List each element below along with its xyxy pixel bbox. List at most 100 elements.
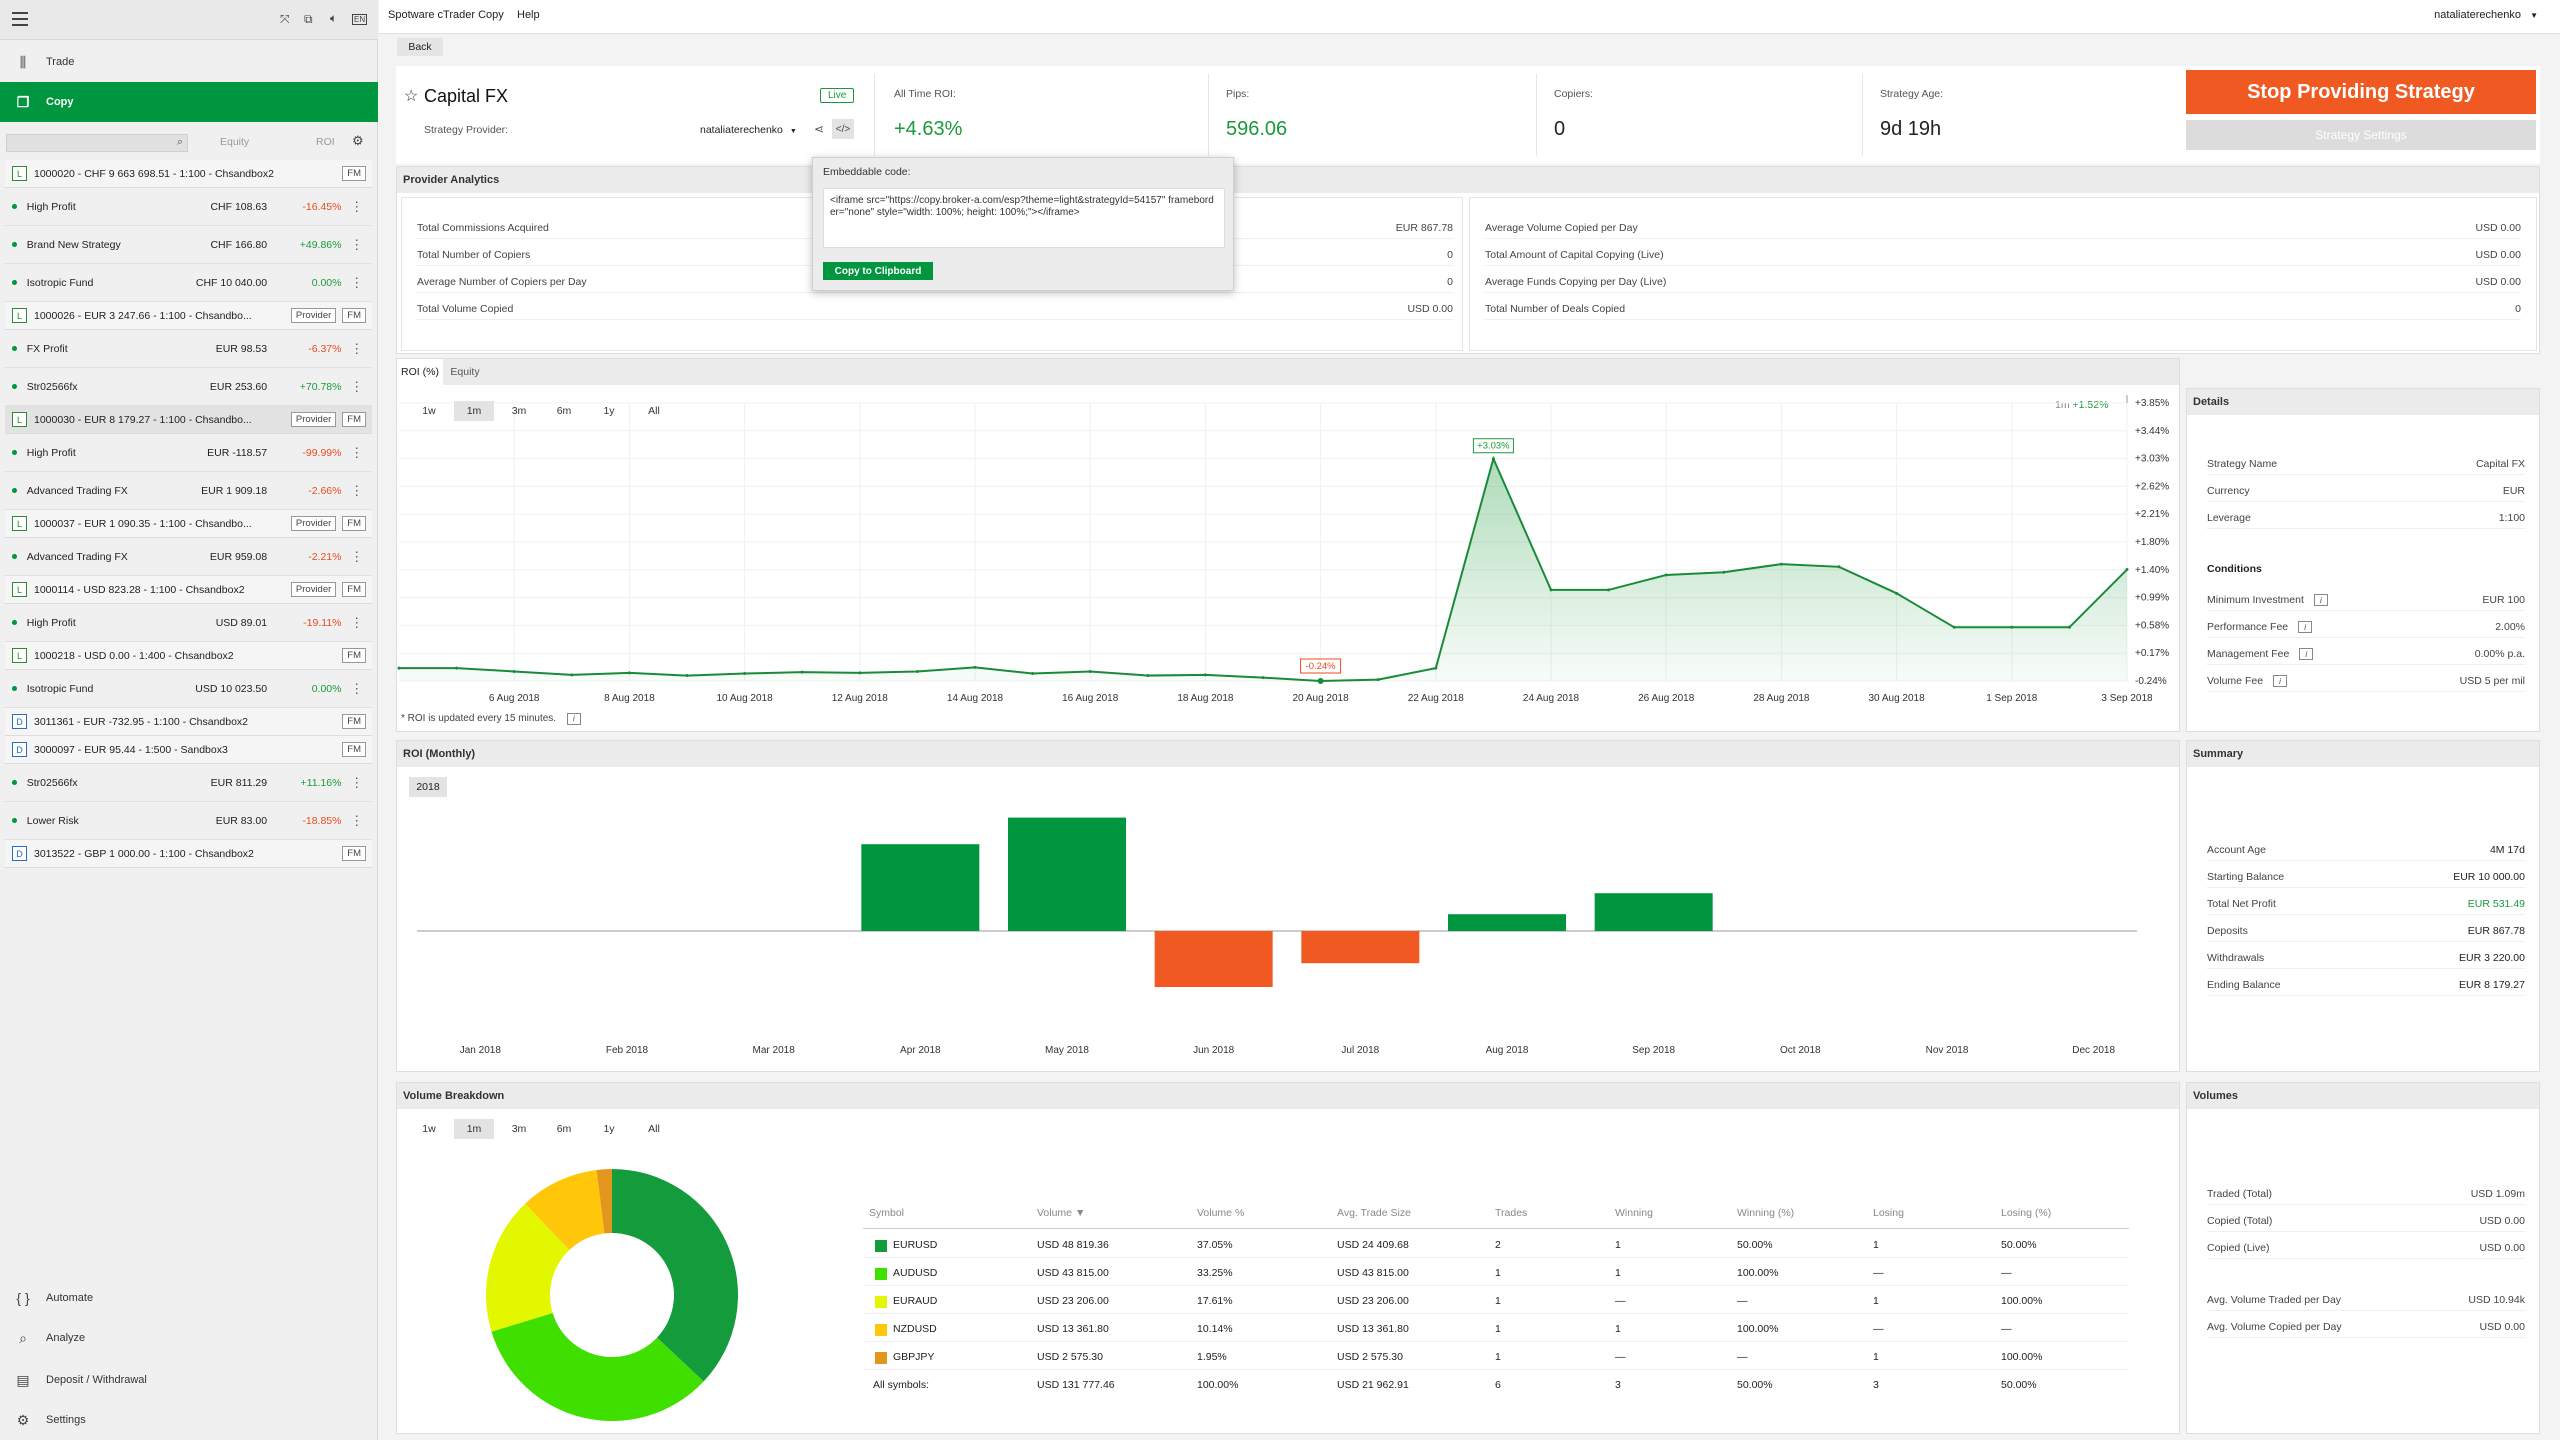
account-row[interactable]: L 1000026 - EUR 3 247.66 - 1:100 - Chsand… [5,302,372,330]
nav-trade[interactable]: ⫼ Trade [0,42,378,82]
fullscreen-icon[interactable]: ⤧ [280,12,290,27]
column-roi[interactable]: ROI [316,136,335,148]
range-1m[interactable]: 1m [454,1119,494,1139]
account-tag-provider[interactable]: Provider [290,582,337,597]
account-row[interactable]: L 1000020 - CHF 9 663 698.51 - 1:100 - Ch… [5,160,372,188]
kebab-menu-icon[interactable]: ⋮ [341,483,372,499]
info-icon[interactable]: i [2298,620,2313,633]
account-tag-provider[interactable]: Provider [290,412,337,427]
range-6m[interactable]: 6m [544,1119,584,1139]
kebab-menu-icon[interactable]: ⋮ [341,681,372,697]
account-tag-fm[interactable]: FM [342,516,366,531]
sound-icon[interactable]: 🔈︎ [330,11,337,26]
tab-roi[interactable]: ROI (%) [397,359,443,385]
kebab-menu-icon[interactable]: ⋮ [341,237,372,253]
favorite-star-icon[interactable]: ☆ [404,86,418,106]
help-menu[interactable]: Help [517,9,540,21]
table-header[interactable]: Volume ▼ [1037,1207,1085,1219]
embed-code-textarea[interactable]: <iframe src="https://copy.broker-a.com/e… [823,188,1225,248]
strategy-row[interactable]: Str02566fx EUR 253.60 +70.78% ⋮ [5,368,372,406]
monthly-bar[interactable] [861,844,980,931]
account-search[interactable]: ⌕ [6,134,188,152]
app-title-menu[interactable]: Spotware cTrader Copy [388,9,504,21]
table-header[interactable]: Losing [1873,1207,1904,1219]
volume-donut-chart[interactable] [477,1165,747,1425]
range-1w[interactable]: 1w [409,401,449,421]
kebab-menu-icon[interactable]: ⋮ [341,775,372,791]
nav-deposit-withdrawal[interactable]: ▤ Deposit / Withdrawal [0,1360,378,1400]
stop-providing-strategy-button[interactable]: Stop Providing Strategy [2186,70,2536,114]
account-tag-fm[interactable]: FM [342,714,366,729]
tab-equity[interactable]: Equity [445,359,485,385]
strategy-row[interactable]: Isotropic Fund CHF 10 040.00 0.00% ⋮ [5,264,372,302]
account-row[interactable]: D 3000097 - EUR 95.44 - 1:500 - Sandbox3 F… [5,736,372,764]
range-1y[interactable]: 1y [589,401,629,421]
account-row[interactable]: L 1000114 - USD 823.28 - 1:100 - Chsandbo… [5,576,372,604]
range-all[interactable]: All [634,1119,674,1139]
range-1y[interactable]: 1y [589,1119,629,1139]
range-1m[interactable]: 1m [454,401,494,421]
kebab-menu-icon[interactable]: ⋮ [341,549,372,565]
account-tag-fm[interactable]: FM [342,582,366,597]
account-row[interactable]: L 1000030 - EUR 8 179.27 - 1:100 - Chsand… [5,406,372,434]
monthly-bar[interactable] [1301,931,1420,964]
info-icon[interactable]: i [2313,593,2328,606]
share-icon[interactable]: ⋖ [814,122,824,136]
table-header[interactable]: Losing (%) [2001,1207,2051,1219]
account-tag-fm[interactable]: FM [342,742,366,757]
strategy-row[interactable]: High Profit EUR -118.57 -99.99% ⋮ [5,434,372,472]
info-icon[interactable]: i [2273,674,2288,687]
nav-copy[interactable]: ❐ Copy [0,82,378,122]
language-icon[interactable]: EN [352,14,368,25]
account-row[interactable]: L 1000218 - USD 0.00 - 1:400 - Chsandbox2… [5,642,372,670]
account-tag-provider[interactable]: Provider [290,516,337,531]
account-tag-provider[interactable]: Provider [290,308,337,323]
kebab-menu-icon[interactable]: ⋮ [341,275,372,291]
strategy-row[interactable]: Isotropic Fund USD 10 023.50 0.00% ⋮ [5,670,372,708]
strategy-row[interactable]: Lower Risk EUR 83.00 -18.85% ⋮ [5,802,372,840]
strategy-row[interactable]: High Profit CHF 108.63 -16.45% ⋮ [5,188,372,226]
strategy-row[interactable]: Advanced Trading FX EUR 959.08 -2.21% ⋮ [5,538,372,576]
nav-automate[interactable]: { } Automate [0,1278,378,1318]
table-header[interactable]: Avg. Trade Size [1337,1207,1411,1219]
strategy-row[interactable]: Advanced Trading FX EUR 1 909.18 -2.66% ⋮ [5,472,372,510]
strategy-row[interactable]: Str02566fx EUR 811.29 +11.16% ⋮ [5,764,372,802]
account-tag-fm[interactable]: FM [342,846,366,861]
range-6m[interactable]: 6m [544,401,584,421]
kebab-menu-icon[interactable]: ⋮ [341,341,372,357]
hamburger-menu-icon[interactable] [12,12,28,26]
nav-analyze[interactable]: ⌕ Analyze [0,1318,378,1358]
kebab-menu-icon[interactable]: ⋮ [341,615,372,631]
strategy-settings-button[interactable]: Strategy Settings [2186,120,2536,150]
kebab-menu-icon[interactable]: ⋮ [341,379,372,395]
roi-monthly-bar-chart[interactable]: Jan 2018 Feb 2018 Mar 2018 Apr 2018 May 2018… [397,767,2179,1073]
monthly-bar[interactable] [1154,931,1273,987]
strategy-row[interactable]: High Profit USD 89.01 -19.11% ⋮ [5,604,372,642]
account-tag-fm[interactable]: FM [342,166,366,181]
monthly-bar[interactable] [1448,914,1566,931]
kebab-menu-icon[interactable]: ⋮ [341,445,372,461]
info-icon[interactable]: i [2299,647,2314,660]
strategy-row[interactable]: Brand New Strategy CHF 166.80 +49.86% ⋮ [5,226,372,264]
column-equity[interactable]: Equity [220,136,249,148]
back-button[interactable]: Back [397,38,443,56]
account-tag-fm[interactable]: FM [342,308,366,323]
kebab-menu-icon[interactable]: ⋮ [341,199,372,215]
table-header[interactable]: Trades [1495,1207,1527,1219]
range-all[interactable]: All [634,401,674,421]
table-header[interactable]: Volume % [1197,1207,1244,1219]
embed-code-icon[interactable]: </> [832,119,854,139]
window-icon[interactable]: ⧉ [304,12,313,27]
strategy-row[interactable]: FX Profit EUR 98.53 -6.37% ⋮ [5,330,372,368]
table-header[interactable]: Symbol [869,1207,904,1219]
account-row[interactable]: D 3011361 - EUR -732.95 - 1:100 - Chsandb… [5,708,372,736]
table-header[interactable]: Winning (%) [1737,1207,1794,1219]
donut-slice[interactable] [612,1169,738,1382]
account-row[interactable]: D 3013522 - GBP 1 000.00 - 1:100 - Chsand… [5,840,372,868]
roi-line-chart[interactable]: +3.85% +3.44% +3.03% +2.62% +2.21% +1.80% +1.4… [397,385,2179,715]
account-tag-fm[interactable]: FM [342,412,366,427]
nav-settings[interactable]: ⚙ Settings [0,1400,378,1440]
info-icon[interactable]: i [566,713,581,725]
range-3m[interactable]: 3m [499,1119,539,1139]
kebab-menu-icon[interactable]: ⋮ [341,813,372,829]
